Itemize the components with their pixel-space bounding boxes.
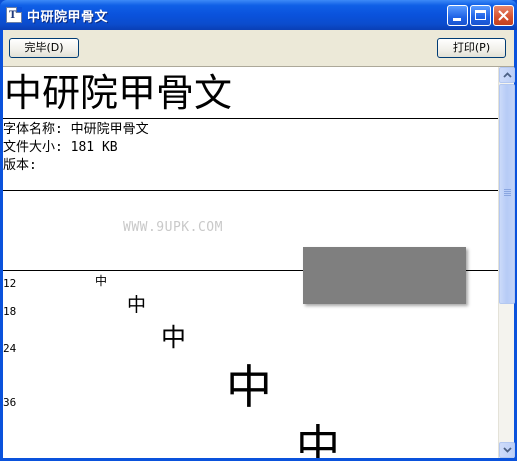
info-font-name: 字体名称: 中研院甲骨文 (3, 122, 149, 137)
size-label-18: 18 (3, 305, 17, 318)
divider (3, 118, 498, 119)
chevron-down-icon (503, 447, 512, 453)
size-label-12: 12 (3, 277, 17, 290)
font-file-icon-glyph: T (9, 10, 17, 21)
scroll-down-button[interactable] (499, 442, 515, 458)
info-file-size: 文件大小: 181 KB (3, 140, 118, 155)
font-file-icon: T (6, 7, 22, 23)
sample-glyph-24: 中 (161, 323, 187, 352)
overlay-box (303, 247, 466, 304)
minimize-button[interactable] (447, 5, 468, 26)
print-button[interactable]: 打印(P) (437, 38, 506, 58)
sample-glyph-48: 中 (296, 421, 340, 459)
toolbar: 完毕(D) 打印(P) (3, 30, 514, 67)
sample-glyph-36: 中 (226, 360, 272, 414)
info-version: 版本: (3, 158, 37, 173)
divider (3, 190, 498, 191)
done-button[interactable]: 完毕(D) (9, 38, 79, 58)
window-title: 中研院甲骨文 (27, 10, 109, 25)
size-label-24: 24 (3, 342, 17, 355)
font-preview-area: 中研院甲骨文 字体名称: 中研院甲骨文 文件大小: 181 KB 版本: WWW… (3, 67, 498, 458)
minimize-icon (453, 18, 461, 21)
scroll-up-button[interactable] (499, 67, 515, 83)
scroll-thumb[interactable] (499, 84, 515, 304)
watermark-text: WWW.9UPK.COM (123, 220, 223, 235)
title-bar[interactable]: T 中研院甲骨文 (0, 0, 517, 30)
maximize-icon (475, 10, 486, 20)
close-button[interactable] (493, 5, 514, 26)
sample-glyph-18: 中 (127, 294, 147, 316)
close-icon (498, 10, 509, 21)
size-label-36: 36 (3, 396, 17, 409)
sample-glyph-12: 中 (95, 274, 108, 288)
font-name-display: 中研院甲骨文 (4, 71, 233, 115)
maximize-button[interactable] (470, 5, 491, 26)
font-viewer-window: T 中研院甲骨文 完毕(D) 打印(P) 中研院甲骨文 字体名称: 中研院甲骨文… (0, 0, 517, 461)
chevron-up-icon (503, 72, 512, 78)
vertical-scrollbar[interactable] (498, 67, 515, 458)
